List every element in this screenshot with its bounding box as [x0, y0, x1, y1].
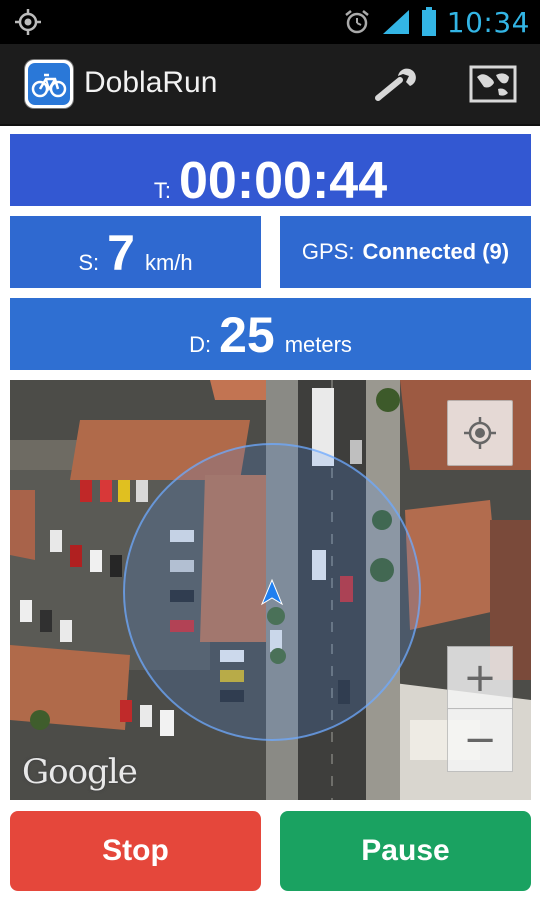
clock-time: 10:34 [446, 5, 530, 39]
location-target-icon [15, 9, 41, 35]
satellite-map[interactable]: + − Google [10, 380, 531, 800]
gps-panel: GPS: Connected (9) [280, 216, 531, 288]
distance-label: D: [189, 332, 212, 357]
gps-label: GPS: [301, 239, 355, 264]
app-title: DoblaRun [84, 66, 218, 99]
app-icon[interactable] [25, 60, 73, 108]
speed-panel: S: 7 km/h [10, 216, 261, 288]
distance-value: 25 [219, 307, 275, 363]
distance-panel: D: 25 meters [10, 298, 531, 370]
action-bar: DoblaRun [0, 44, 540, 126]
map-view-icon[interactable] [468, 63, 518, 105]
pause-button[interactable]: Pause [280, 811, 531, 891]
elapsed-time-panel: T: 00:00:44 [10, 134, 531, 210]
status-icons: 10:34 [343, 0, 530, 44]
gps-status: Connected (9) [362, 239, 510, 264]
signal-bars-icon [382, 10, 409, 34]
time-value: 00:00:44 [178, 152, 388, 210]
google-attribution: Google [22, 752, 138, 792]
alarm-clock-icon [345, 10, 369, 34]
my-location-icon [464, 417, 496, 449]
time-label: T: [153, 178, 171, 203]
zoom-in-button[interactable]: + [447, 646, 513, 710]
distance-unit: meters [284, 332, 352, 357]
zoom-out-icon: − [463, 717, 497, 763]
zoom-out-button[interactable]: − [447, 708, 513, 772]
my-location-button[interactable] [447, 400, 513, 466]
zoom-in-icon: + [463, 655, 497, 701]
stop-button[interactable]: Stop [10, 811, 261, 891]
speed-label: S: [78, 250, 100, 275]
speed-value: 7 [107, 225, 135, 281]
bicycle-icon [28, 63, 70, 105]
battery-icon [421, 7, 436, 36]
status-bar: 10:34 [0, 0, 540, 44]
speed-unit: km/h [144, 250, 193, 275]
wrench-icon[interactable] [372, 64, 424, 104]
